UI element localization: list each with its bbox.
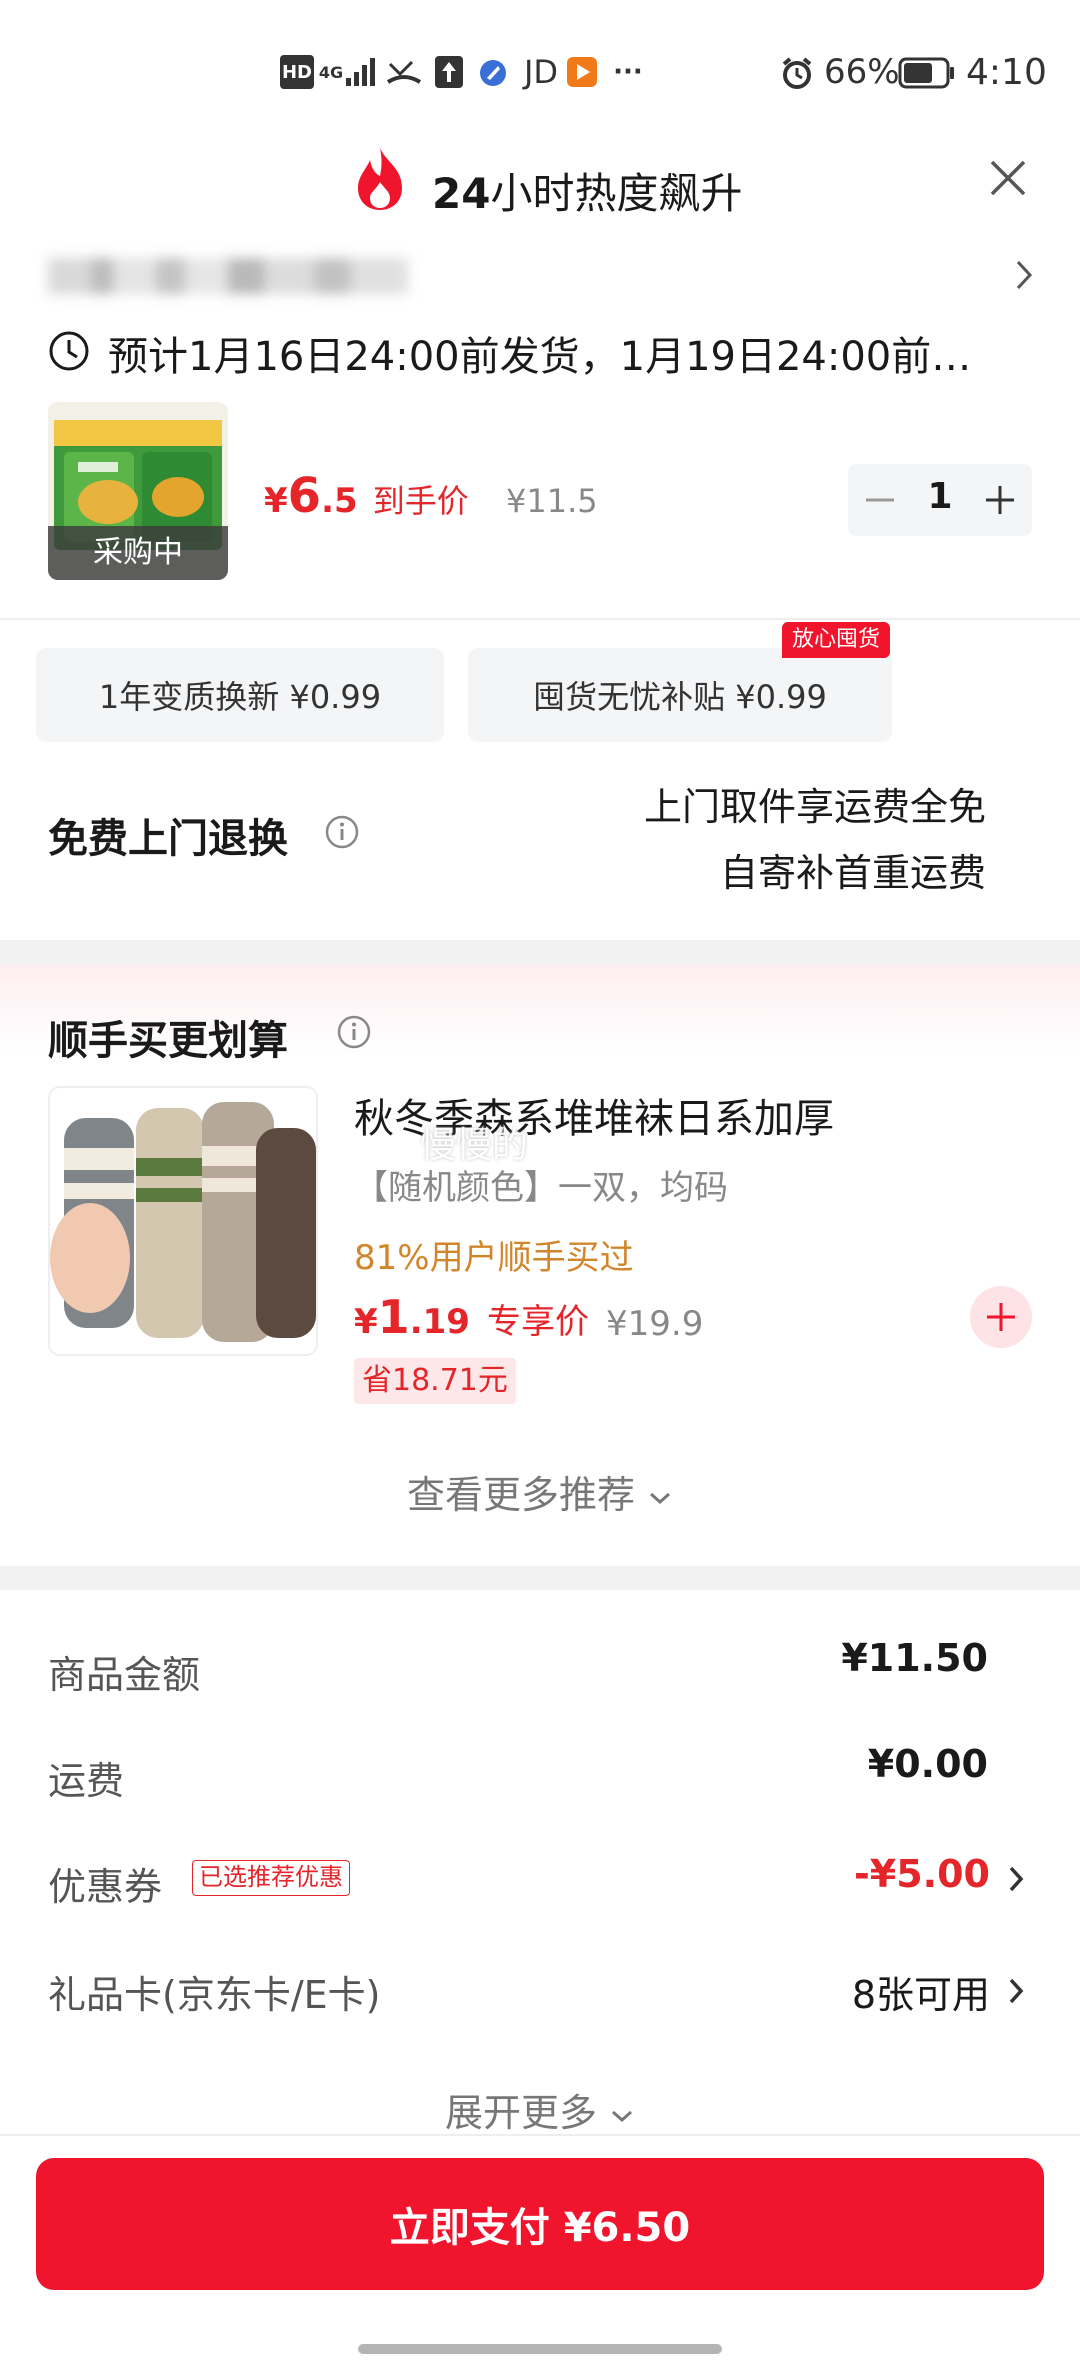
upsell-section: 顺手买更划算 秋冬季森系堆堆袜日系加厚 慢慢的 【随机颜色】一双，均码 81%用… <box>0 964 1080 1564</box>
return-info-line1: 上门取件享运费全免 <box>643 785 986 829</box>
network-type-label: 4G <box>318 62 344 82</box>
battery-percentage: 66% <box>824 52 900 92</box>
upsell-product-stat: 81%用户顺手买过 <box>354 1238 634 1278</box>
close-icon[interactable] <box>988 158 1028 198</box>
popup-header: 24小时热度飙升 <box>0 140 1080 230</box>
hd-icon: HD <box>280 55 314 89</box>
purchasing-badge: 采购中 <box>48 526 228 580</box>
jd-icon: JD <box>523 53 559 91</box>
chevron-down-icon <box>650 1492 671 1504</box>
signal-icon <box>346 58 375 86</box>
product-image[interactable]: 采购中 <box>48 402 228 580</box>
goods-amount-value: ¥11.50 <box>841 1636 988 1680</box>
upsell-saving-badge: 省18.71元 <box>354 1358 516 1404</box>
battery-icon <box>898 57 954 89</box>
section-divider <box>0 1566 1080 1590</box>
product-price: ¥6.5 到手价 <box>264 468 469 524</box>
coupon-tag: 已选推荐优惠 <box>192 1860 350 1896</box>
page-title-number: 24 <box>432 169 491 218</box>
section-divider <box>0 940 1080 964</box>
quantity-value[interactable]: 1 <box>918 476 962 517</box>
status-bar: HD 4G JD ··· 66% 4:10 <box>0 0 1080 140</box>
clock-icon <box>49 331 89 371</box>
page-title-text: 小时热度飙升 <box>490 169 743 218</box>
price-label: 到手价 <box>372 482 469 520</box>
add-upsell-button[interactable] <box>970 1286 1032 1348</box>
original-price: ¥11.5 <box>506 482 598 520</box>
delivery-text: 预计1月16日24:00前发货，1月19日24:00前… <box>108 334 972 380</box>
address-row[interactable] <box>0 244 1080 304</box>
upsell-title: 顺手买更划算 <box>48 1018 288 1064</box>
free-return-label: 免费上门退换 <box>48 816 288 862</box>
price-label: 专享价 <box>487 1302 590 1342</box>
home-indicator[interactable] <box>358 2344 722 2354</box>
expand-more-label: 展开更多 <box>444 2091 597 2135</box>
coupon-value[interactable]: -¥5.00 <box>854 1852 990 1896</box>
price-symbol: ¥ <box>354 1302 378 1342</box>
goods-amount-label: 商品金额 <box>48 1653 201 1697</box>
upload-icon <box>435 56 463 88</box>
upsell-product-price: ¥1.19 专享价 <box>354 1290 589 1344</box>
price-symbol: ¥ <box>264 481 288 521</box>
chevron-right-icon[interactable] <box>1006 1976 1028 2006</box>
upsell-original-price: ¥19.9 <box>606 1304 704 1344</box>
video-app-icon <box>567 57 597 87</box>
price-decimal: .19 <box>409 1302 470 1342</box>
return-info-line2: 自寄补首重运费 <box>719 851 986 895</box>
address-blurred <box>48 258 408 294</box>
giftcard-label: 礼品卡(京东卡/E卡) <box>48 1973 381 2017</box>
chevron-right-icon[interactable] <box>1006 1864 1028 1894</box>
divider <box>0 618 1080 620</box>
price-integer: 6 <box>287 468 322 524</box>
coupon-label: 优惠券 <box>48 1865 163 1909</box>
alarm-icon <box>782 57 812 89</box>
service-option-stockup-label: 囤货无忧补贴 ¥0.99 <box>533 678 827 716</box>
minus-icon[interactable] <box>862 486 898 514</box>
plus-icon <box>987 1303 1015 1331</box>
clock-time: 4:10 <box>966 52 1047 93</box>
quantity-stepper: 1 <box>848 464 1032 536</box>
stockup-tag: 放心囤货 <box>782 622 891 658</box>
expand-more-link[interactable]: 展开更多 <box>0 2082 1080 2137</box>
chevron-down-icon <box>612 2110 633 2122</box>
delivery-row: 预计1月16日24:00前发货，1月19日24:00前… <box>0 318 1080 382</box>
pay-now-label: 立即支付 ¥6.50 <box>389 2205 691 2251</box>
upsell-product-spec: 【随机颜色】一双，均码 <box>354 1168 728 1208</box>
plus-icon[interactable] <box>982 482 1018 518</box>
more-notifications-icon: ··· <box>613 57 643 87</box>
upsell-product-image[interactable] <box>48 1086 318 1356</box>
flame-icon <box>358 148 402 210</box>
shipping-value: ¥0.00 <box>867 1742 988 1786</box>
service-option-quality-label: 1年变质换新 ¥0.99 <box>98 678 382 716</box>
info-icon[interactable] <box>324 814 360 850</box>
info-icon[interactable] <box>336 1014 372 1050</box>
chevron-right-icon <box>1016 260 1033 290</box>
giftcard-value[interactable]: 8张可用 <box>852 1964 990 2019</box>
shipping-label: 运费 <box>48 1759 125 1803</box>
service-option-quality[interactable]: 1年变质换新 ¥0.99 <box>36 648 444 742</box>
more-recommendations-label: 查看更多推荐 <box>406 1473 635 1517</box>
service-option-stockup[interactable]: 囤货无忧补贴 ¥0.99 <box>468 648 892 742</box>
more-recommendations-link[interactable]: 查看更多推荐 <box>0 1464 1080 1519</box>
missed-call-icon <box>386 60 422 84</box>
divider <box>0 2134 1080 2136</box>
product-row: 采购中 ¥6.5 到手价 ¥11.5 1 <box>0 398 1080 588</box>
pay-now-button[interactable]: 立即支付 ¥6.50 <box>36 2158 1044 2290</box>
price-decimal: .5 <box>321 481 358 521</box>
app-notification-icon <box>480 60 506 86</box>
price-integer: 1 <box>377 1290 410 1344</box>
page-title: 24小时热度飙升 <box>432 160 742 221</box>
